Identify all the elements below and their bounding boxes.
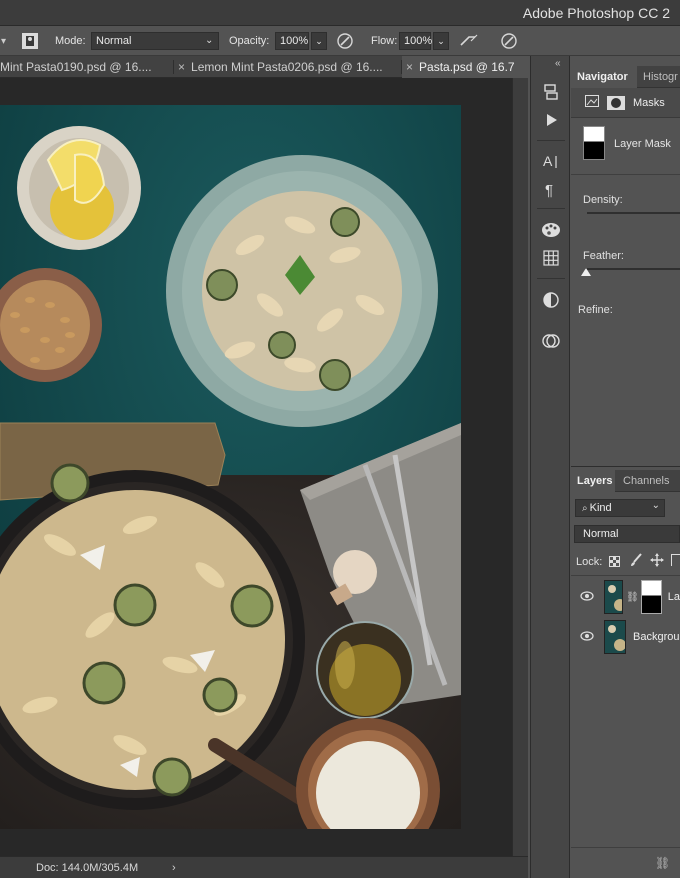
swatches-palette-icon[interactable]	[539, 219, 563, 241]
grid-icon[interactable]	[539, 247, 563, 269]
collapse-icon[interactable]: «	[555, 58, 561, 69]
masks-header: Masks	[571, 88, 680, 118]
status-menu-arrow[interactable]: ›	[172, 862, 176, 874]
layer-row[interactable]: Backgrou	[571, 617, 680, 657]
feather-label: Feather:	[583, 250, 624, 262]
tool-preset-arrow[interactable]: ▾	[0, 26, 6, 56]
link-icon[interactable]: ⛓	[626, 592, 639, 603]
document-size: Doc: 144.0M/305.4M	[36, 861, 139, 874]
options-bar: ▾ Mode: Normal ⌄ Opacity: 100% ⌄ Flow: 1…	[0, 26, 680, 56]
properties-panel: Navigator Histogr Masks Layer Mask Densi…	[571, 56, 680, 466]
density-label: Density:	[583, 194, 623, 206]
tab-channels[interactable]: Channels	[617, 470, 675, 492]
layer-row[interactable]: ⛓ La	[571, 577, 680, 617]
title-bar: Adobe Photoshop CC 2	[0, 0, 680, 26]
character-icon[interactable]: A	[539, 150, 563, 172]
photoshop-window: Adobe Photoshop CC 2 ▾ Mode: Normal ⌄ Op…	[0, 0, 680, 878]
tab-label: Pasta.psd @ 16.7	[419, 60, 515, 74]
search-icon: ⌕	[582, 502, 588, 514]
layers-panel: Layers Channels ⌕ Kind ⌄ Normal Lock: ⛓ …	[571, 466, 680, 878]
layer-filter-select[interactable]: ⌕ Kind ⌄	[575, 499, 665, 517]
layer-thumbnail	[604, 580, 624, 614]
tab-document-active[interactable]: × Pasta.psd @ 16.7	[402, 56, 530, 78]
layer-mask-label: Layer Mask	[614, 138, 671, 150]
mode-label: Mode:	[55, 35, 86, 47]
document-image[interactable]	[0, 105, 461, 829]
density-slider[interactable]	[587, 212, 680, 214]
app-title: Adobe Photoshop CC 2	[522, 5, 670, 21]
vertical-scrollbar[interactable]	[512, 78, 528, 856]
document-tabs: Mint Pasta0190.psd @ 16.... × Lemon Mint…	[0, 56, 530, 78]
pressure-size-icon[interactable]	[498, 30, 520, 52]
flow-input[interactable]: 100%	[399, 32, 432, 50]
opacity-input[interactable]: 100%	[275, 32, 309, 50]
feather-slider[interactable]	[585, 268, 680, 270]
opacity-label: Opacity:	[229, 35, 270, 47]
feather-slider-handle[interactable]	[581, 268, 591, 276]
mode-value[interactable]: Normal	[91, 32, 219, 50]
tab-document-1[interactable]: Mint Pasta0190.psd @ 16....	[0, 56, 172, 78]
close-icon[interactable]: ×	[406, 60, 413, 74]
eye-icon[interactable]	[580, 630, 594, 644]
link-layers-icon[interactable]: ⛓	[655, 856, 670, 870]
layer-mask-thumbnail[interactable]	[640, 580, 662, 614]
vector-mask-icon[interactable]	[607, 95, 625, 110]
panel-icon-strip: « A ¶	[530, 56, 570, 878]
chevron-down-icon: ⌄	[651, 500, 660, 511]
canvas-area[interactable]	[0, 78, 512, 856]
status-bar: Doc: 144.0M/305.4M ›	[0, 856, 528, 878]
libraries-cloud-icon[interactable]	[539, 330, 563, 352]
filter-kind-value: Kind	[589, 502, 612, 514]
adjustments-icon[interactable]	[539, 289, 563, 311]
tab-histogram[interactable]: Histogr	[637, 66, 680, 88]
lock-move-icon[interactable]	[650, 553, 664, 570]
lock-transparent-icon[interactable]	[609, 556, 620, 567]
svg-text:¶: ¶	[545, 182, 553, 198]
layer-thumbnail	[604, 620, 626, 654]
blend-mode-value: Normal	[583, 528, 619, 540]
refine-label: Refine:	[578, 304, 613, 316]
eye-icon[interactable]	[580, 590, 594, 604]
lock-artboard-icon[interactable]	[671, 554, 680, 566]
layer-name: La	[667, 591, 680, 603]
pressure-opacity-icon[interactable]	[334, 30, 356, 52]
chevron-down-icon[interactable]: ⌄	[205, 35, 213, 46]
flow-dropdown[interactable]: ⌄	[433, 32, 449, 50]
paragraph-icon[interactable]: ¶	[539, 178, 563, 200]
history-icon[interactable]	[539, 81, 563, 103]
blend-mode-select[interactable]: Normal	[574, 525, 680, 543]
tab-document-2[interactable]: × Lemon Mint Pasta0206.psd @ 16....	[174, 56, 400, 78]
tab-label: Mint Pasta0190.psd @ 16....	[0, 60, 152, 74]
airbrush-icon[interactable]	[458, 30, 480, 52]
flow-label: Flow:	[371, 35, 398, 47]
tab-layers[interactable]: Layers	[571, 470, 615, 492]
actions-play-icon[interactable]	[539, 109, 563, 131]
mode-select[interactable]: Normal ⌄	[91, 26, 219, 56]
tab-navigator[interactable]: Navigator	[571, 66, 637, 88]
close-icon[interactable]: ×	[178, 60, 185, 74]
layer-mask-thumbnail[interactable]	[583, 126, 605, 160]
lock-paint-brush-icon[interactable]	[629, 553, 643, 570]
masks-title: Masks	[633, 96, 665, 109]
opacity-dropdown[interactable]: ⌄	[311, 32, 327, 50]
layer-name: Backgrou	[633, 631, 680, 643]
brush-settings-icon[interactable]	[20, 26, 40, 56]
lock-label: Lock:	[576, 556, 603, 568]
layers-footer: ⛓	[571, 847, 680, 878]
tab-label: Lemon Mint Pasta0206.psd @ 16....	[191, 60, 383, 74]
svg-text:A: A	[543, 153, 553, 169]
pixel-mask-icon[interactable]	[585, 95, 599, 110]
